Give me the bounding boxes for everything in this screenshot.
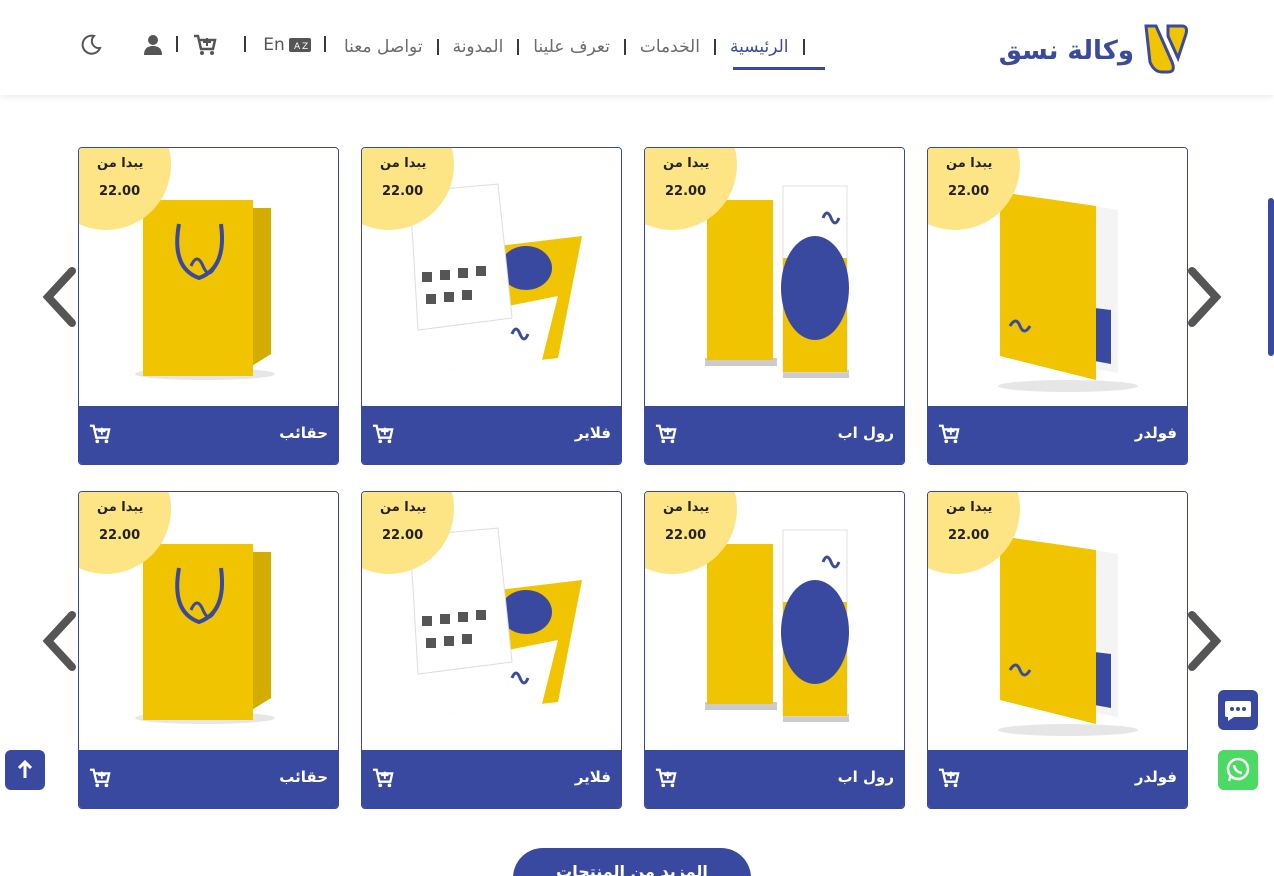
product-image[interactable]: يبدا من 22.00 [645, 492, 904, 751]
product-card[interactable]: يبدا من 22.00 فولدر [927, 147, 1188, 465]
product-image[interactable]: يبدا من 22.00 [79, 492, 338, 751]
product-footer: حقائب [79, 750, 338, 808]
svg-text:Z: Z [302, 42, 308, 52]
nav-blog[interactable]: المدونة [439, 37, 518, 57]
nav-contact[interactable]: تواصل معنا [330, 37, 437, 57]
carousel-next-arrow[interactable] [1186, 609, 1226, 673]
site-header: وكالة نسق الرئيسية الخدمات تعرف علينا ال… [0, 0, 1274, 95]
language-switch[interactable]: En AZ [262, 32, 312, 58]
add-to-cart-icon[interactable] [938, 767, 960, 789]
product-title[interactable]: حقائب [279, 768, 328, 786]
product-card[interactable]: يبدا من 22.00 رول اب [644, 491, 905, 809]
price-badge-label: يبدا من [380, 500, 427, 515]
lang-label: En [263, 35, 285, 55]
main-nav: الرئيسية الخدمات تعرف علينا المدونة تواص… [330, 35, 805, 59]
price-value: 22.00 [99, 184, 141, 199]
more-products-label: المزيد من المنتجات [556, 862, 708, 876]
product-footer: رول اب [645, 406, 904, 464]
product-footer: فلاير [362, 750, 621, 808]
carousel-prev-arrow[interactable] [38, 609, 78, 673]
moon-icon[interactable] [78, 32, 104, 58]
nav-active-underline [733, 67, 825, 70]
scroll-to-top-button[interactable] [5, 750, 45, 790]
nav-home[interactable]: الرئيسية [716, 37, 803, 57]
price-value: 22.00 [948, 528, 990, 543]
nav-separator [802, 39, 805, 55]
product-footer: فولدر [928, 406, 1187, 464]
header-separator [176, 36, 178, 52]
price-value: 22.00 [665, 184, 707, 199]
price-badge-label: يبدا من [946, 156, 993, 171]
price-value: 22.00 [665, 528, 707, 543]
chat-icon [1225, 701, 1251, 721]
product-card[interactable]: يبدا من 22.00 حقائب [78, 147, 339, 465]
add-to-cart-icon[interactable] [89, 767, 111, 789]
carousel-next-arrow[interactable] [1186, 265, 1226, 329]
add-to-cart-icon[interactable] [655, 767, 677, 789]
price-badge-label: يبدا من [97, 500, 144, 515]
translate-icon: AZ [288, 38, 311, 52]
product-image[interactable]: يبدا من 22.00 [79, 148, 338, 407]
price-value: 22.00 [948, 184, 990, 199]
product-image[interactable]: يبدا من 22.00 [362, 148, 621, 407]
product-image[interactable]: يبدا من 22.00 [928, 492, 1187, 751]
product-card[interactable]: يبدا من 22.00 فلاير [361, 491, 622, 809]
product-card[interactable]: يبدا من 22.00 رول اب [644, 147, 905, 465]
product-title[interactable]: فلاير [575, 424, 611, 442]
price-badge-label: يبدا من [97, 156, 144, 171]
product-title[interactable]: فلاير [575, 768, 611, 786]
carousel-prev-arrow[interactable] [38, 265, 78, 329]
product-title[interactable]: فولدر [1135, 768, 1177, 786]
product-card[interactable]: يبدا من 22.00 فولدر [927, 491, 1188, 809]
product-footer: فولدر [928, 750, 1187, 808]
whatsapp-icon [1226, 757, 1250, 782]
price-value: 22.00 [382, 528, 424, 543]
price-badge-label: يبدا من [380, 156, 427, 171]
arrow-up-icon [17, 759, 33, 778]
price-badge-label: يبدا من [663, 156, 710, 171]
price-value: 22.00 [99, 528, 141, 543]
product-title[interactable]: رول اب [838, 768, 894, 786]
header-separator [244, 36, 246, 52]
whatsapp-button[interactable] [1218, 750, 1258, 790]
product-title[interactable]: حقائب [279, 424, 328, 442]
logo-mark-icon [1144, 24, 1188, 74]
product-title[interactable]: رول اب [838, 424, 894, 442]
product-title[interactable]: فولدر [1135, 424, 1177, 442]
price-badge-label: يبدا من [946, 500, 993, 515]
price-badge-label: يبدا من [663, 500, 710, 515]
nav-services[interactable]: الخدمات [626, 37, 714, 57]
svg-text:A: A [294, 42, 301, 52]
product-card[interactable]: يبدا من 22.00 حقائب [78, 491, 339, 809]
product-image[interactable]: يبدا من 22.00 [645, 148, 904, 407]
product-card[interactable]: يبدا من 22.00 فلاير [361, 147, 622, 465]
add-to-cart-icon[interactable] [938, 423, 960, 445]
add-to-cart-icon[interactable] [655, 423, 677, 445]
product-image[interactable]: يبدا من 22.00 [928, 148, 1187, 407]
chat-button[interactable] [1218, 690, 1258, 730]
user-icon[interactable] [142, 32, 164, 58]
header-separator [324, 36, 326, 52]
product-footer: حقائب [79, 406, 338, 464]
product-footer: رول اب [645, 750, 904, 808]
site-logo[interactable]: وكالة نسق [999, 22, 1190, 76]
product-image[interactable]: يبدا من 22.00 [362, 492, 621, 751]
add-to-cart-icon[interactable] [372, 423, 394, 445]
more-products-button[interactable]: المزيد من المنتجات [513, 848, 751, 876]
add-to-cart-icon[interactable] [89, 423, 111, 445]
product-footer: فلاير [362, 406, 621, 464]
cart-icon[interactable] [192, 32, 218, 58]
page-scrollbar[interactable] [1268, 198, 1274, 356]
add-to-cart-icon[interactable] [372, 767, 394, 789]
logo-text: وكالة نسق [998, 36, 1134, 66]
nav-about[interactable]: تعرف علينا [519, 37, 624, 57]
price-value: 22.00 [382, 184, 424, 199]
